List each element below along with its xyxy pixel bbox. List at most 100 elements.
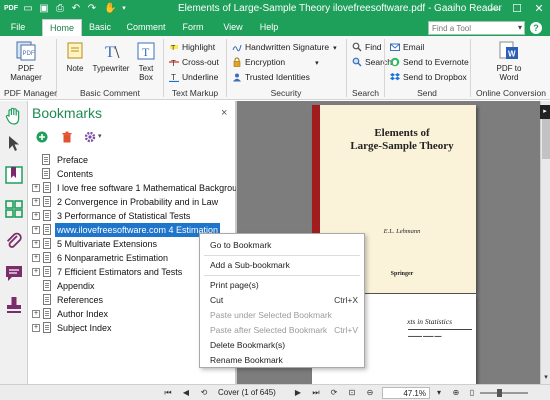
hand-tool-quick-icon[interactable]: ✋ [104, 3, 116, 15]
menu-item-shortcut: Ctrl+X [334, 295, 358, 305]
group-label-pdf-manager: PDF Manager [4, 88, 57, 98]
customize-quick-access-icon[interactable]: ▾ [118, 3, 130, 15]
zoom-dropdown-icon[interactable]: ▾ [434, 387, 444, 399]
single-page-icon[interactable]: ▯ [466, 387, 478, 399]
first-page-icon[interactable]: ⏮ [162, 387, 174, 399]
page-indicator[interactable]: Cover (1 of 645) [218, 387, 284, 399]
tab-form[interactable]: Form [178, 19, 208, 36]
pdf-to-word-button[interactable]: W PDF to Word [492, 40, 526, 82]
menu-item-paste-after[interactable]: Paste after Selected Bookmark Ctrl+V [200, 324, 364, 337]
expand-plus-icon[interactable]: + [32, 268, 40, 276]
hand-tool-icon[interactable] [4, 106, 24, 126]
undo-icon[interactable]: ↶ [70, 3, 82, 15]
send-to-evernote-button[interactable]: Send to Evernote [390, 56, 469, 69]
crossout-button[interactable]: T Cross-out [169, 56, 219, 69]
fit-page-icon[interactable]: ⊡ [346, 387, 358, 399]
note-button[interactable]: Note [62, 40, 88, 73]
tab-help[interactable]: Help [254, 19, 284, 36]
expand-plus-icon[interactable]: + [32, 226, 40, 234]
list-item[interactable]: + 2 Convergence in Probability and in La… [28, 195, 236, 209]
thumbnails-icon[interactable] [4, 199, 24, 219]
search-icon [352, 57, 362, 67]
send-to-dropbox-button[interactable]: Send to Dropbox [390, 71, 467, 84]
menu-item-delete-bookmark[interactable]: Delete Bookmark(s) [200, 339, 364, 352]
select-arrow-icon[interactable] [4, 133, 24, 153]
zoom-slider[interactable] [480, 392, 528, 394]
last-page-icon[interactable]: ⏭ [310, 387, 322, 399]
tab-home[interactable]: Home [42, 19, 82, 36]
menu-item-add-sub-bookmark[interactable]: Add a Sub-bookmark [200, 259, 364, 272]
text-box-button[interactable]: T Text Box [134, 40, 158, 82]
bookmarks-panel-icon[interactable] [4, 165, 24, 185]
expand-plus-icon[interactable]: + [32, 212, 40, 220]
zoom-out-icon[interactable]: ⊖ [364, 387, 376, 399]
scroll-down-icon[interactable]: ▾ [542, 373, 550, 382]
minimize-button[interactable]: — [484, 0, 506, 19]
menu-item-go-to-bookmark[interactable]: Go to Bookmark [200, 239, 364, 252]
pdf-manager-button[interactable]: PDF PDF Manager [8, 40, 44, 82]
comments-panel-icon[interactable] [4, 263, 24, 283]
find-tool-input[interactable] [429, 22, 511, 34]
next-page-icon[interactable]: ▶ [292, 387, 304, 399]
close-panel-button[interactable]: × [221, 107, 227, 119]
print-icon[interactable]: ⎙ [54, 3, 66, 15]
redo-icon[interactable]: ↷ [86, 3, 98, 15]
menu-item-paste-under[interactable]: Paste under Selected Bookmark [200, 309, 364, 322]
email-button[interactable]: Email [390, 41, 424, 54]
zoom-in-icon[interactable]: ⊕ [450, 387, 462, 399]
history-back-icon[interactable]: ⟲ [198, 387, 210, 399]
help-icon[interactable]: ? [530, 22, 542, 34]
previous-page-icon[interactable]: ◀ [180, 387, 192, 399]
expand-plus-icon[interactable]: + [32, 184, 40, 192]
delete-bookmark-icon[interactable] [61, 131, 73, 143]
vertical-scrollbar[interactable]: ▴ ▾ [540, 101, 550, 384]
tab-file[interactable]: File [6, 19, 30, 36]
expand-plus-icon[interactable]: + [32, 324, 40, 332]
find-dropdown-icon[interactable]: ▾ [518, 22, 522, 34]
signature-stamp-icon[interactable] [4, 295, 24, 315]
right-panel-toggle-icon[interactable]: ▸ [540, 105, 550, 119]
menu-item-cut[interactable]: Cut Ctrl+X [200, 294, 364, 307]
typewriter-button[interactable]: T Typewriter [90, 40, 132, 73]
book-title: Elements of Large-Sample Theory [350, 127, 454, 152]
trusted-identities-label: Trusted Identities [245, 72, 310, 82]
encryption-button[interactable]: Encryption ▾ [232, 56, 319, 69]
history-forward-icon[interactable]: ⟳ [328, 387, 340, 399]
close-window-button[interactable]: ✕ [528, 0, 550, 19]
attachments-icon[interactable] [4, 231, 24, 251]
scroll-thumb[interactable] [542, 115, 550, 159]
maximize-button[interactable]: ☐ [506, 0, 528, 19]
search-button[interactable]: Search [352, 56, 392, 69]
add-bookmark-icon[interactable] [36, 131, 48, 143]
handwritten-signature-button[interactable]: Handwritten Signature ▾ [232, 41, 337, 54]
chevron-down-icon[interactable]: ▾ [333, 45, 337, 52]
chevron-down-icon[interactable]: ▾ [98, 132, 102, 140]
trusted-identities-button[interactable]: Trusted Identities [232, 71, 310, 84]
group-label-send: Send [417, 88, 437, 98]
expand-plus-icon[interactable]: + [32, 240, 40, 248]
tab-view[interactable]: View [218, 19, 248, 36]
bookmark-options-gear-icon[interactable] [84, 131, 96, 143]
underline-button[interactable]: T Underline [169, 71, 218, 84]
menu-item-print-pages[interactable]: Print page(s) [200, 279, 364, 292]
find-button[interactable]: Find [352, 41, 382, 54]
bookmarks-title: Bookmarks [32, 105, 103, 121]
list-item[interactable]: Preface [28, 153, 236, 167]
expand-plus-icon[interactable]: + [32, 310, 40, 318]
save-icon[interactable]: ▣ [38, 3, 50, 15]
zoom-level[interactable]: 47.1% [382, 387, 430, 399]
expand-plus-icon[interactable]: + [32, 198, 40, 206]
tab-comment[interactable]: Comment [124, 19, 168, 36]
chevron-down-icon[interactable]: ▾ [315, 60, 319, 67]
pdf-manager-label: PDF Manager [10, 64, 42, 82]
list-item[interactable]: Contents [28, 167, 236, 181]
highlight-button[interactable]: T Highlight [169, 41, 215, 54]
tab-basic[interactable]: Basic [86, 19, 114, 36]
list-item[interactable]: + I love free software 1 Mathematical Ba… [28, 181, 247, 195]
expand-plus-icon[interactable]: + [32, 254, 40, 262]
zoom-slider-knob[interactable] [497, 389, 502, 397]
menu-item-rename-bookmark[interactable]: Rename Bookmark [200, 354, 364, 367]
list-item[interactable]: + 3 Performance of Statistical Tests [28, 209, 236, 223]
open-icon[interactable]: ▭ [22, 3, 34, 15]
find-tool-box[interactable]: ▾ [428, 21, 525, 35]
